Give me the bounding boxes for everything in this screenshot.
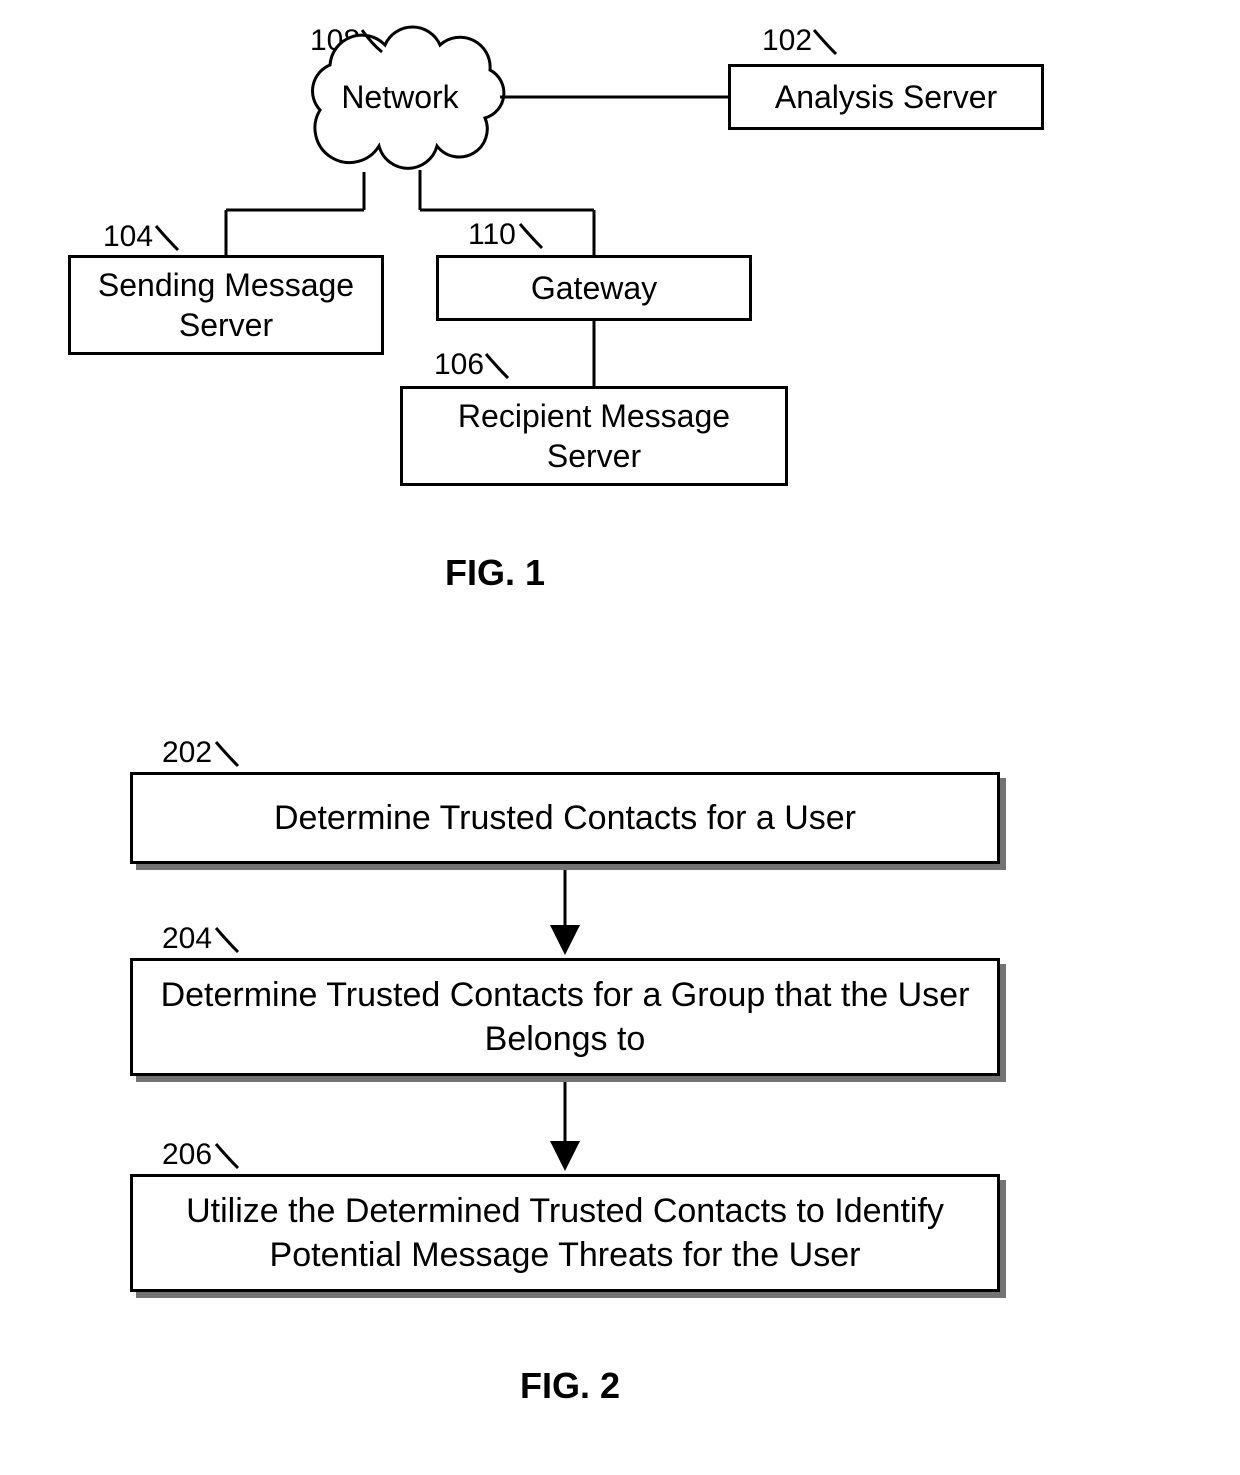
fig2-caption: FIG. 2 [470,1365,670,1407]
sending-server-label: Sending Message Server [81,265,371,345]
flow-step-label: Determine Trusted Contacts for a Group t… [147,973,983,1061]
fig1-caption: FIG. 1 [395,552,595,594]
flow-step-label: Determine Trusted Contacts for a User [274,796,856,840]
ref-206: 206 [162,1138,212,1172]
ref-202: 202 [162,736,212,770]
recipient-server-label: Recipient Message Server [413,396,775,476]
ref-102: 102 [762,24,812,58]
ref-104: 104 [103,220,153,254]
gateway-box: Gateway [436,255,752,321]
network-label-svg: Network [341,79,459,115]
recipient-server-box: Recipient Message Server [400,386,788,486]
flow-step-202: Determine Trusted Contacts for a User [130,772,1000,864]
flow-step-label: Utilize the Determined Trusted Contacts … [147,1189,983,1277]
sending-server-box: Sending Message Server [68,255,384,355]
page: 108 102 104 110 106 Analysis Server Send… [0,0,1240,1475]
flow-step-206: Utilize the Determined Trusted Contacts … [130,1174,1000,1292]
ref-106: 106 [434,348,484,382]
analysis-server-label: Analysis Server [775,77,997,117]
ref-108: 108 [310,24,360,58]
gateway-label: Gateway [531,268,657,308]
ref-110: 110 [468,218,516,252]
analysis-server-box: Analysis Server [728,64,1044,130]
ref-204: 204 [162,922,212,956]
flow-step-204: Determine Trusted Contacts for a Group t… [130,958,1000,1076]
